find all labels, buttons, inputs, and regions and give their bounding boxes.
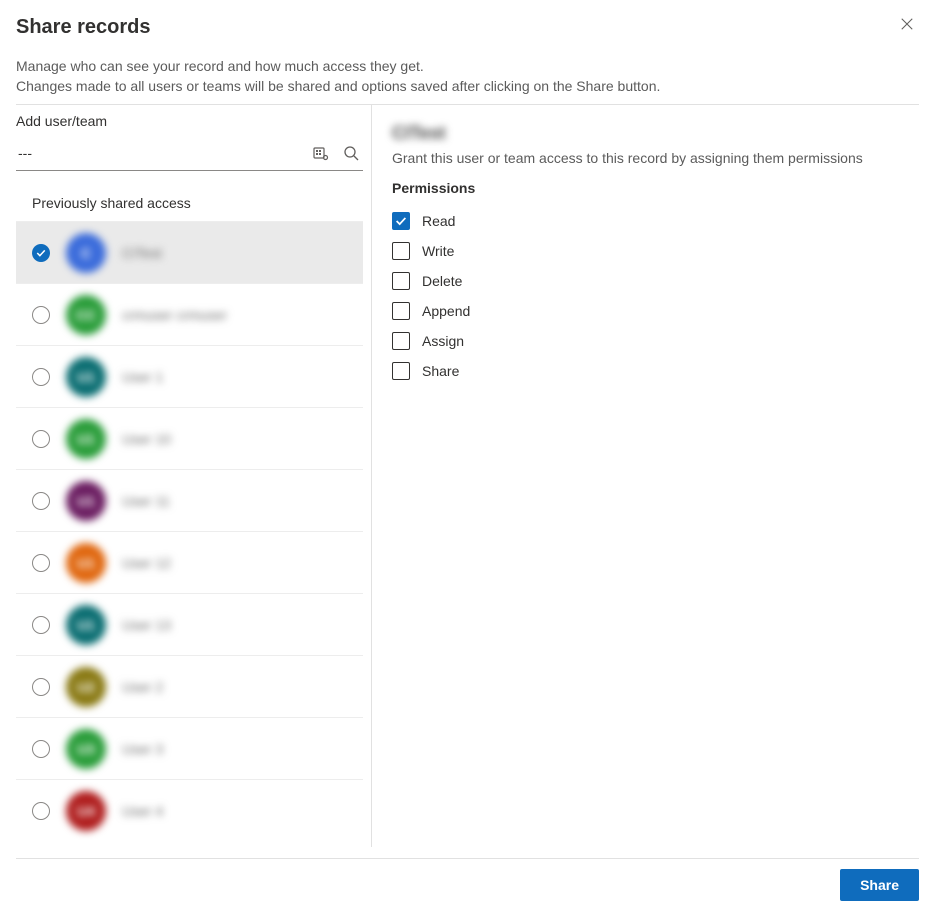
user-name-label: User 12 xyxy=(122,555,171,571)
list-section-header: Previously shared access xyxy=(16,189,363,221)
permission-checkbox[interactable] xyxy=(392,332,410,350)
avatar: U3 xyxy=(66,729,106,769)
user-select-radio[interactable] xyxy=(32,492,50,510)
user-name-label: User 3 xyxy=(122,741,163,757)
dialog-description-line2: Changes made to all users or teams will … xyxy=(16,78,660,94)
search-icon xyxy=(343,145,359,161)
permission-row[interactable]: Append xyxy=(392,296,907,326)
share-records-dialog: Share records Manage who can see your re… xyxy=(0,0,935,909)
permissions-list: Read Write Delete Append Assign Share xyxy=(392,206,907,386)
user-row[interactable]: CC crmuser crmuser xyxy=(16,283,363,345)
dialog-description: Manage who can see your record and how m… xyxy=(16,57,919,96)
avatar: U1 xyxy=(66,481,106,521)
permission-row[interactable]: Delete xyxy=(392,266,907,296)
user-select-radio[interactable] xyxy=(32,244,50,262)
right-pane: CITest Grant this user or team access to… xyxy=(371,105,919,847)
user-row[interactable]: U1 User 11 xyxy=(16,469,363,531)
check-icon xyxy=(394,214,408,228)
avatar: U1 xyxy=(66,543,106,583)
permission-label: Assign xyxy=(422,333,464,349)
directory-lookup-button[interactable] xyxy=(311,143,331,163)
avatar: U1 xyxy=(66,605,106,645)
user-row[interactable]: U1 User 10 xyxy=(16,407,363,469)
permission-label: Append xyxy=(422,303,470,319)
add-user-team-label: Add user/team xyxy=(16,105,371,135)
permission-checkbox[interactable] xyxy=(392,272,410,290)
user-row[interactable]: U3 User 3 xyxy=(16,717,363,779)
search-button[interactable] xyxy=(341,143,361,163)
avatar: C xyxy=(66,233,106,273)
permission-checkbox[interactable] xyxy=(392,242,410,260)
avatar: U2 xyxy=(66,667,106,707)
user-name-label: User 1 xyxy=(122,369,163,385)
user-select-radio[interactable] xyxy=(32,306,50,324)
user-row[interactable]: U1 User 13 xyxy=(16,593,363,655)
permission-row[interactable]: Assign xyxy=(392,326,907,356)
user-name-label: User 2 xyxy=(122,679,163,695)
search-row xyxy=(16,135,363,171)
user-name-label: User 4 xyxy=(122,803,163,819)
user-select-radio[interactable] xyxy=(32,554,50,572)
grant-access-description: Grant this user or team access to this r… xyxy=(392,150,907,166)
search-icons xyxy=(311,143,363,163)
directory-icon xyxy=(313,145,329,161)
dialog-title: Share records xyxy=(16,16,919,39)
user-list[interactable]: Previously shared access C CITest CC crmuse… xyxy=(16,189,371,847)
selected-user-name: CITest xyxy=(392,123,907,144)
permission-row[interactable]: Read xyxy=(392,206,907,236)
add-user-team-input[interactable] xyxy=(16,141,311,165)
user-select-radio[interactable] xyxy=(32,802,50,820)
user-select-radio[interactable] xyxy=(32,678,50,696)
user-row[interactable]: U4 User 4 xyxy=(16,779,363,841)
user-name-label: crmuser crmuser xyxy=(122,307,227,323)
user-select-radio[interactable] xyxy=(32,740,50,758)
user-select-radio[interactable] xyxy=(32,616,50,634)
dialog-body: Add user/team xyxy=(16,105,919,847)
permission-row[interactable]: Write xyxy=(392,236,907,266)
permission-label: Write xyxy=(422,243,454,259)
user-select-radio[interactable] xyxy=(32,368,50,386)
user-name-label: User 11 xyxy=(122,493,170,509)
permission-label: Delete xyxy=(422,273,462,289)
permission-checkbox[interactable] xyxy=(392,212,410,230)
share-button[interactable]: Share xyxy=(840,869,919,901)
user-name-label: User 13 xyxy=(122,617,171,633)
dialog-description-line1: Manage who can see your record and how m… xyxy=(16,58,424,74)
permission-label: Read xyxy=(422,213,455,229)
permission-row[interactable]: Share xyxy=(392,356,907,386)
avatar: U1 xyxy=(66,419,106,459)
permissions-heading: Permissions xyxy=(392,180,907,196)
user-row[interactable]: C CITest xyxy=(16,221,363,283)
permission-checkbox[interactable] xyxy=(392,302,410,320)
avatar: U1 xyxy=(66,357,106,397)
permission-label: Share xyxy=(422,363,459,379)
user-name-label: User 10 xyxy=(122,431,171,447)
user-row[interactable]: U2 User 2 xyxy=(16,655,363,717)
user-row[interactable]: U1 User 1 xyxy=(16,345,363,407)
close-button[interactable] xyxy=(897,14,917,34)
close-icon xyxy=(900,17,914,31)
avatar: CC xyxy=(66,295,106,335)
avatar: U4 xyxy=(66,791,106,831)
user-row[interactable]: U1 User 12 xyxy=(16,531,363,593)
check-icon xyxy=(35,247,47,259)
user-select-radio[interactable] xyxy=(32,430,50,448)
user-name-label: CITest xyxy=(122,245,162,261)
dialog-footer: Share xyxy=(16,858,919,901)
permission-checkbox[interactable] xyxy=(392,362,410,380)
left-pane: Add user/team xyxy=(16,105,371,847)
